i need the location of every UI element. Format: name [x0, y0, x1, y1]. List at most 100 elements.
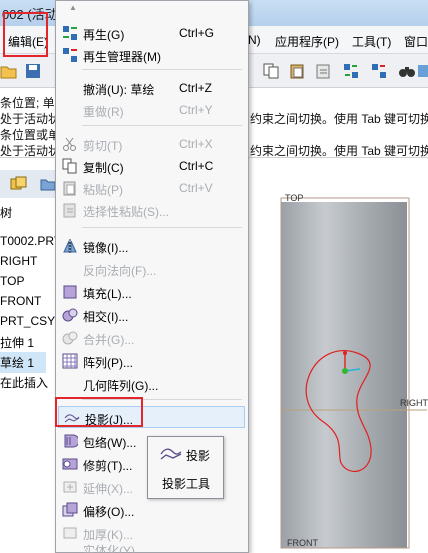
menu-item-geometry-pattern[interactable]: 几何阵列(G)...: [57, 373, 247, 395]
tree-item-csys[interactable]: PRT_CSYS: [0, 314, 63, 328]
tooltip-description: 投影工具: [162, 477, 211, 491]
merge-icon: [62, 331, 78, 345]
menu-item-redo[interactable]: 重做(R) Ctrl+Y: [57, 99, 247, 121]
binoculars-icon[interactable]: [398, 62, 416, 80]
menu-item-label: 镜像(I)...: [83, 241, 129, 255]
model-tree: 树 T0002.PRT RIGHT TOP FRONT PRT_CSYS 拉伸 …: [0, 198, 63, 553]
menu-item-undo[interactable]: 撤消(U): 草绘 Ctrl+Z: [57, 77, 247, 99]
message-line-right-2: 约束之间切换。使用 Tab 键可切换活: [250, 144, 428, 158]
model-viewport: [280, 197, 427, 549]
tree-item-right-plane[interactable]: RIGHT: [0, 254, 37, 268]
datum-label-front: FRONT: [287, 538, 318, 548]
menu-item-label: 延伸(X)...: [83, 482, 133, 496]
tree-item-insert-here[interactable]: 在此插入: [0, 374, 48, 391]
extend-icon: [63, 481, 77, 493]
menu-item-flip-normal[interactable]: 反向法向(F)...: [57, 258, 247, 280]
menu-item-label: 撤消(U): 草绘: [83, 83, 155, 97]
edit-menu-highlight-box: [3, 12, 48, 57]
project-tooltip: 投影 投影工具: [147, 436, 224, 499]
menu-separator: [82, 125, 242, 126]
tree-item-top-plane[interactable]: TOP: [0, 274, 24, 288]
menu-item-regen-manager[interactable]: 再生管理器(M): [57, 44, 247, 66]
save-icon[interactable]: [24, 62, 42, 80]
menu-item-label: 重做(R): [83, 105, 124, 119]
menu-scroll-up[interactable]: ▲: [69, 3, 77, 12]
paste-icon: [63, 181, 76, 196]
menu-item-shortcut: Ctrl+Z: [179, 81, 212, 95]
menu-window[interactable]: 窗口: [404, 33, 428, 50]
message-line-left-4: 处于活动状: [0, 144, 61, 158]
menu-tools[interactable]: 工具(T): [352, 33, 391, 50]
menu-item-solidify[interactable]: 实体化(Y)...: [57, 544, 247, 553]
layer-tab-icon[interactable]: [10, 176, 28, 192]
menu-item-shortcut: Ctrl+V: [179, 181, 213, 195]
fill-icon: [63, 285, 77, 299]
open-folder-icon[interactable]: [0, 62, 18, 80]
regenerate-toolbar-icon[interactable]: [342, 62, 360, 80]
message-line-left-3: 条位置或单: [0, 128, 61, 142]
tree-item-extrude[interactable]: 拉伸 1: [0, 334, 34, 351]
copy-icon: [62, 158, 77, 174]
menu-item-label: 实体化(Y)...: [83, 544, 145, 553]
menu-item-thicken[interactable]: 加厚(K)...: [57, 522, 247, 544]
menu-item-shortcut: Ctrl+Y: [179, 103, 213, 117]
menu-item-merge[interactable]: 合并(G)...: [57, 327, 247, 349]
menu-item-shortcut: Ctrl+C: [179, 159, 214, 173]
menu-partial[interactable]: N): [248, 33, 261, 47]
menu-item-label: 修剪(T)...: [83, 459, 133, 473]
regen-manager-icon: [63, 48, 77, 62]
mirror-icon: [63, 239, 77, 253]
menu-item-offset[interactable]: 偏移(O)...: [57, 499, 247, 521]
menu-item-fill[interactable]: 填充(L)...: [57, 281, 247, 303]
scissors-icon: [63, 137, 76, 151]
datum-label-right: RIGHT: [400, 398, 428, 408]
message-line-right-1: 约束之间切换。使用 Tab 键可切换活: [250, 112, 428, 126]
navigator-tabs: [0, 170, 60, 198]
menu-applications[interactable]: 应用程序(P): [275, 33, 339, 50]
regenerate-icon: [63, 26, 77, 40]
pattern-icon: [62, 353, 78, 369]
menu-item-intersect[interactable]: 相交(I)...: [57, 304, 247, 326]
menu-item-label: 复制(C): [83, 161, 124, 175]
tooltip-title: 投影: [186, 449, 211, 463]
menu-separator: [82, 69, 242, 70]
tree-item-sketch[interactable]: 草绘 1: [0, 352, 46, 373]
graphics-window[interactable]: TOP RIGHT FRONT: [245, 158, 428, 553]
menu-item-mirror[interactable]: 镜像(I)...: [57, 235, 247, 257]
paste-toolbar-icon[interactable]: [288, 62, 306, 80]
menu-item-label: 粘贴(P): [83, 183, 123, 197]
folder-tab-icon[interactable]: [40, 176, 56, 192]
extruded-solid: [281, 202, 407, 548]
menu-item-label: 剪切(T): [83, 139, 123, 153]
menu-item-label: 相交(I)...: [83, 310, 129, 324]
paste-special-toolbar-icon[interactable]: [314, 62, 332, 80]
menu-separator: [82, 227, 242, 228]
menu-item-shortcut: Ctrl+G: [179, 26, 215, 40]
menu-item-shortcut: Ctrl+X: [179, 137, 213, 151]
regen-manager-toolbar-icon[interactable]: [370, 62, 388, 80]
model-tree-header: 树: [0, 206, 13, 220]
project-item-highlight-box: [55, 397, 143, 427]
menu-item-label: 包络(W)...: [83, 436, 137, 450]
menu-item-regenerate[interactable]: 再生(G) Ctrl+G: [57, 22, 247, 44]
csys-origin: [342, 368, 348, 374]
datum-label-top: TOP: [285, 193, 304, 203]
menu-item-label: 填充(L)...: [83, 287, 132, 301]
menu-item-label: 再生管理器(M): [83, 50, 161, 64]
offset-icon: [62, 502, 78, 517]
tree-item-part[interactable]: T0002.PRT: [0, 234, 61, 248]
menu-item-label: 偏移(O)...: [83, 505, 135, 519]
toolbar-extra-icon[interactable]: [416, 62, 428, 80]
menu-item-pattern[interactable]: 阵列(P)...: [57, 350, 247, 372]
menu-item-cut[interactable]: 剪切(T) Ctrl+X: [57, 133, 247, 155]
copy-toolbar-icon[interactable]: [262, 62, 280, 80]
tree-item-front-plane[interactable]: FRONT: [0, 294, 41, 308]
menu-item-paste[interactable]: 粘贴(P) Ctrl+V: [57, 177, 247, 199]
menu-item-copy[interactable]: 复制(C) Ctrl+C: [57, 155, 247, 177]
wrap-icon: [64, 434, 78, 448]
menu-item-paste-special[interactable]: 选择性粘贴(S)...: [57, 199, 247, 221]
menu-item-label: 合并(G)...: [83, 333, 135, 347]
csys-point-red: [343, 351, 347, 355]
intersect-icon: [62, 308, 78, 322]
menu-item-label: 反向法向(F)...: [83, 264, 157, 278]
